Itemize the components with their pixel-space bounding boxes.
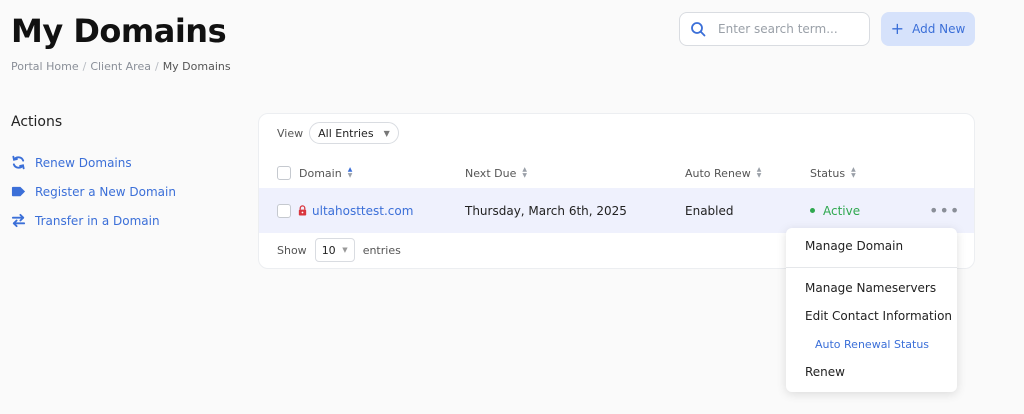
sort-icon: ▲ ▼ bbox=[756, 166, 762, 179]
search-icon bbox=[691, 22, 706, 37]
domain-cell: ultahosttest.com bbox=[277, 188, 413, 233]
actions-list: Renew Domains Register a New Domain Tran… bbox=[11, 148, 176, 235]
entries-label: entries bbox=[362, 243, 401, 257]
sidebar-item-label: Register a New Domain bbox=[35, 184, 176, 199]
status-label: Active bbox=[823, 203, 861, 218]
page: My Domains Portal Home / Client Area / M… bbox=[0, 0, 1024, 414]
sync-icon bbox=[12, 155, 25, 170]
row-actions-cell: ••• bbox=[929, 188, 960, 233]
lock-icon bbox=[298, 205, 307, 216]
column-label: Next Due bbox=[465, 166, 517, 180]
transfer-arrows-icon bbox=[11, 213, 26, 228]
add-new-label: Add New bbox=[912, 22, 966, 36]
sort-icon: ▲ ▼ bbox=[347, 166, 353, 179]
column-label: Auto Renew bbox=[685, 166, 751, 180]
page-size-control: Show 10 ▼ entries bbox=[277, 238, 401, 262]
menu-item-edit-contact[interactable]: Edit Contact Information bbox=[805, 306, 952, 326]
breadcrumb-portal-home[interactable]: Portal Home bbox=[11, 60, 79, 73]
plus-icon: + bbox=[890, 19, 905, 38]
page-size-select[interactable]: 10 ▼ bbox=[314, 238, 355, 262]
sidebar-item-label: Transfer in a Domain bbox=[35, 213, 160, 228]
sidebar-item-label: Renew Domains bbox=[35, 155, 132, 170]
domain-name: ultahosttest.com bbox=[312, 203, 414, 218]
auto-renew-cell: Enabled bbox=[685, 203, 734, 218]
search-input[interactable] bbox=[718, 22, 858, 36]
table-header: Domain ▲ ▼ Next Due ▲ ▼ Auto Renew ▲ ▼ Stat… bbox=[259, 158, 974, 188]
menu-divider bbox=[786, 267, 957, 268]
sidebar-item-register-domain[interactable]: Register a New Domain bbox=[11, 177, 176, 206]
sort-icon: ▲ ▼ bbox=[851, 166, 856, 179]
more-options-icon[interactable]: ••• bbox=[929, 201, 960, 220]
column-status[interactable]: Status ▲ ▼ bbox=[810, 158, 856, 188]
breadcrumb-current: My Domains bbox=[162, 60, 231, 73]
breadcrumb-separator: / bbox=[82, 60, 87, 73]
menu-item-manage-nameservers[interactable]: Manage Nameservers bbox=[805, 278, 936, 298]
breadcrumb-separator: / bbox=[154, 60, 159, 73]
menu-item-manage-domain[interactable]: Manage Domain bbox=[805, 236, 903, 256]
status-cell: Active bbox=[810, 188, 860, 233]
tag-icon bbox=[11, 186, 26, 197]
menu-item-auto-renewal-status[interactable]: Auto Renewal Status bbox=[815, 334, 929, 354]
domain-link[interactable]: ultahosttest.com bbox=[297, 204, 413, 218]
page-size-value: 10 bbox=[321, 243, 336, 257]
caret-down-icon: ▼ bbox=[342, 246, 348, 254]
sort-icon: ▲ ▼ bbox=[522, 166, 527, 179]
column-domain[interactable]: Domain ▲ ▼ bbox=[277, 158, 352, 188]
table-row[interactable]: ultahosttest.com Thursday, March 6th, 20… bbox=[259, 188, 974, 233]
row-actions-dropdown: Manage Domain Manage Nameservers Edit Co… bbox=[786, 228, 957, 392]
view-filter: View All Entries ▼ bbox=[277, 122, 399, 144]
breadcrumb-client-area[interactable]: Client Area bbox=[90, 60, 151, 73]
view-select-value: All Entries bbox=[318, 126, 374, 140]
actions-title: Actions bbox=[11, 114, 63, 130]
menu-item-renew[interactable]: Renew bbox=[805, 362, 845, 382]
column-next-due[interactable]: Next Due ▲ ▼ bbox=[465, 158, 527, 188]
status-dot-icon bbox=[810, 208, 815, 213]
column-label: Domain bbox=[299, 166, 342, 180]
caret-down-icon: ▼ bbox=[383, 128, 390, 138]
add-new-button[interactable]: + Add New bbox=[881, 12, 975, 46]
next-due-cell: Thursday, March 6th, 2025 bbox=[465, 203, 627, 218]
select-all-checkbox[interactable] bbox=[277, 166, 291, 180]
status-badge: Active bbox=[810, 204, 860, 218]
show-label: Show bbox=[277, 243, 307, 257]
search-box[interactable] bbox=[679, 12, 870, 46]
column-label: Status bbox=[810, 166, 846, 180]
view-label: View bbox=[277, 126, 304, 140]
breadcrumb: Portal Home / Client Area / My Domains bbox=[11, 60, 231, 73]
column-auto-renew[interactable]: Auto Renew ▲ ▼ bbox=[685, 158, 761, 188]
row-checkbox[interactable] bbox=[277, 203, 291, 218]
sidebar-item-transfer-domain[interactable]: Transfer in a Domain bbox=[11, 206, 176, 235]
view-select[interactable]: All Entries ▼ bbox=[309, 122, 399, 144]
page-title: My Domains bbox=[11, 12, 227, 50]
sidebar-item-renew-domains[interactable]: Renew Domains bbox=[11, 148, 176, 177]
